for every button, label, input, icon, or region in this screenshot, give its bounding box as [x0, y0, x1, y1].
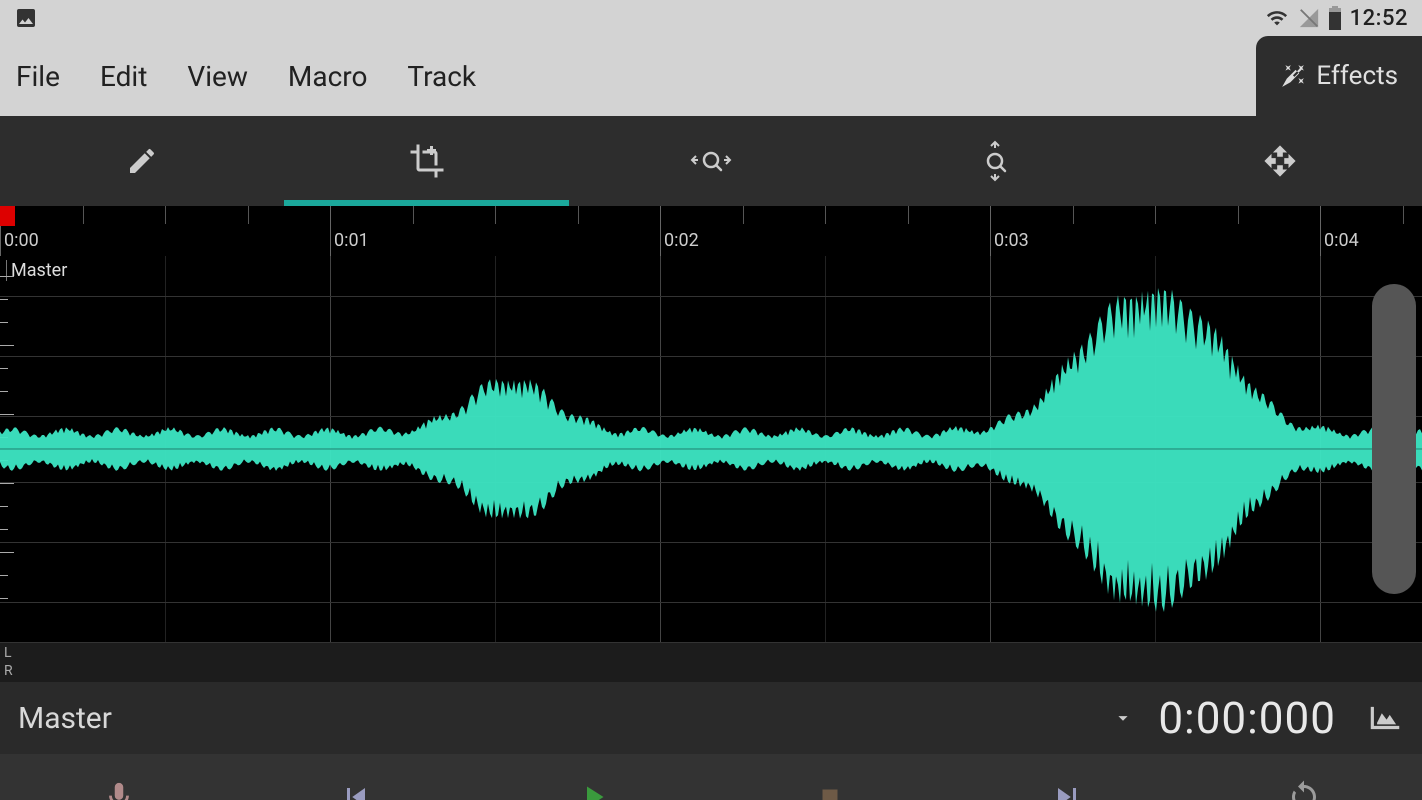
stop-icon [815, 782, 845, 800]
effects-label: Effects [1316, 61, 1398, 91]
effects-button[interactable]: Effects [1256, 36, 1422, 116]
gallery-icon [14, 6, 38, 30]
view-mode-icon[interactable] [1366, 699, 1404, 737]
tool-select[interactable] [284, 116, 568, 206]
zoom-vertical-icon [979, 140, 1011, 182]
time-display: 0:00:000 [1158, 692, 1336, 744]
playhead[interactable] [0, 206, 15, 226]
magic-wand-icon [1280, 63, 1306, 89]
menu-edit[interactable]: Edit [100, 60, 147, 93]
tool-tabs [0, 116, 1422, 206]
grid [0, 256, 1422, 642]
loop-icon [1286, 779, 1322, 800]
skip-start-button[interactable] [237, 754, 474, 800]
tool-edit[interactable] [0, 116, 284, 206]
menu-file[interactable]: File [16, 60, 60, 93]
battery-icon [1328, 6, 1342, 30]
selected-track-name: Master [18, 701, 112, 736]
play-icon [575, 779, 611, 800]
record-button[interactable] [0, 754, 237, 800]
tool-zoom-vertical[interactable] [853, 116, 1137, 206]
stop-button[interactable] [711, 754, 948, 800]
transport-bar [0, 754, 1422, 800]
vertical-scrollbar[interactable] [1372, 284, 1416, 594]
play-button[interactable] [474, 754, 711, 800]
tool-pan[interactable] [1138, 116, 1422, 206]
android-status-bar: 12:52 [0, 0, 1422, 36]
skip-end-button[interactable] [948, 754, 1185, 800]
track-selector[interactable]: Master [18, 701, 112, 736]
move-icon [1263, 144, 1297, 178]
wifi-icon [1264, 7, 1290, 29]
tool-zoom-horizontal[interactable] [569, 116, 853, 206]
status-clock: 12:52 [1350, 6, 1408, 31]
menu-macro[interactable]: Macro [288, 60, 368, 93]
skip-next-icon [1049, 779, 1085, 800]
dropdown-icon[interactable] [1112, 707, 1134, 729]
overview-map[interactable]: L R [0, 642, 1422, 682]
menu-bar: File Edit View Macro Track Effects [0, 36, 1422, 116]
amplitude-scale [0, 276, 18, 606]
timeline[interactable]: 0:000:010:020:030:04 Master [0, 206, 1422, 642]
menu-track[interactable]: Track [407, 60, 476, 93]
channel-r-label: R [4, 663, 13, 679]
control-row: Master 0:00:000 [0, 682, 1422, 754]
channel-l-label: L [4, 645, 12, 661]
pencil-icon [126, 145, 158, 177]
menu-view[interactable]: View [187, 60, 248, 93]
signal-icon [1298, 7, 1320, 29]
zoom-horizontal-icon [690, 145, 732, 177]
crop-icon [409, 143, 445, 179]
loop-button[interactable] [1185, 754, 1422, 800]
waveform-display[interactable] [0, 256, 1422, 642]
mic-icon [102, 780, 136, 800]
time-ruler[interactable]: 0:000:010:020:030:04 [0, 206, 1422, 256]
skip-previous-icon [338, 779, 374, 800]
